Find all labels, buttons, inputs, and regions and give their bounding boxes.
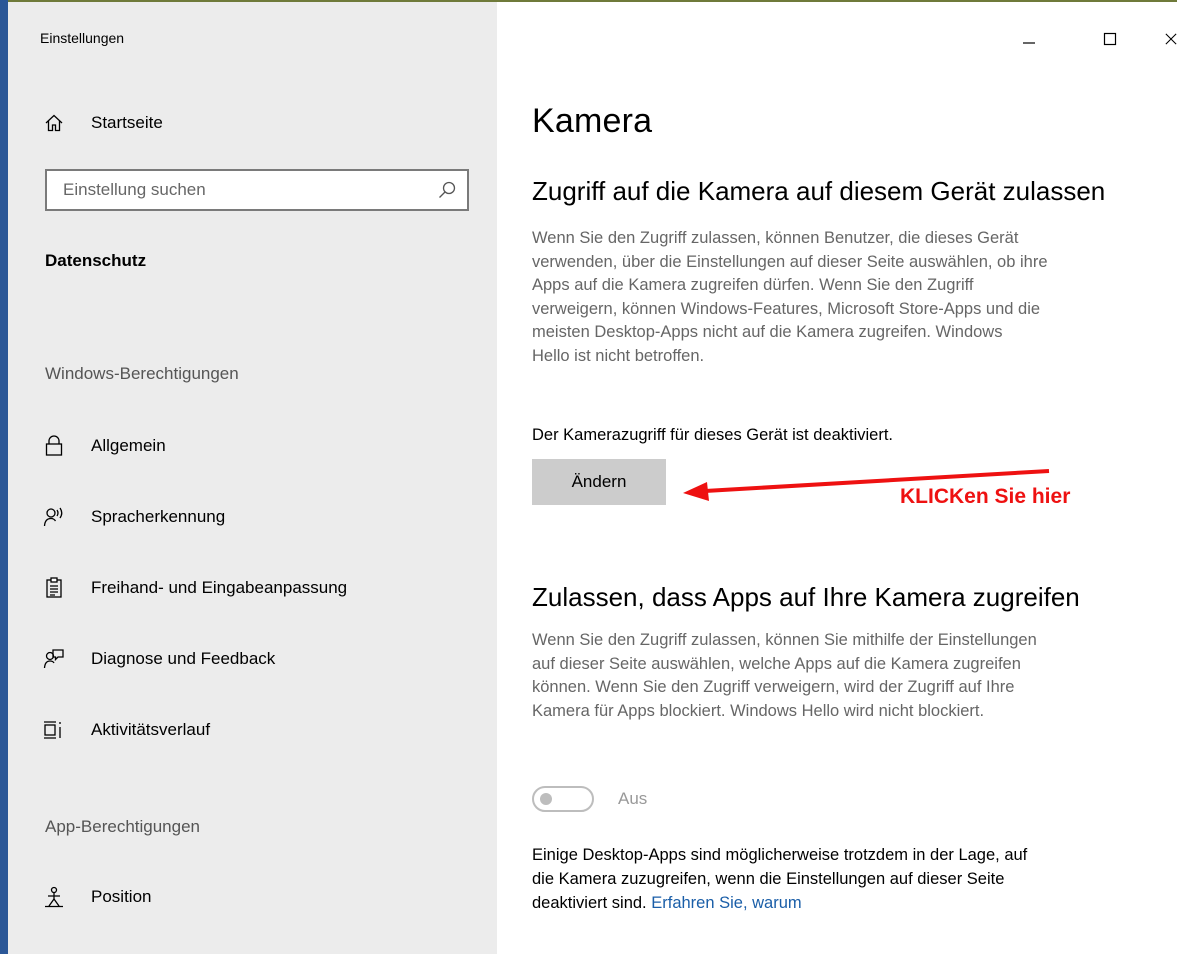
- note-line: Einige Desktop-Apps sind möglicherweise …: [532, 846, 1028, 864]
- desktop-apps-note: Einige Desktop-Apps sind möglicherweise …: [532, 843, 1172, 915]
- app-access-toggle[interactable]: [532, 786, 594, 812]
- group-header-app-permissions: App-Berechtigungen: [45, 817, 201, 836]
- toggle-state-label: Aus: [618, 789, 648, 808]
- window-left-accent: [0, 0, 8, 954]
- sidebar-item-general[interactable]: Allgemein: [8, 421, 497, 471]
- section-description-app-access: Wenn Sie den Zugriff zulassen, können Si…: [532, 629, 1172, 723]
- learn-why-link[interactable]: Erfahren Sie, warum: [651, 894, 801, 912]
- description-line: verweigern, können Windows-Features, Mic…: [532, 299, 1041, 318]
- sidebar-item-position[interactable]: Position: [8, 872, 497, 922]
- sidebar-item-label: Allgemein: [91, 436, 166, 455]
- description-line: können. Wenn Sie den Zugriff verweigern,…: [532, 678, 1015, 697]
- description-line: meisten Desktop-Apps nicht auf die Kamer…: [532, 323, 1003, 342]
- close-icon[interactable]: [1165, 24, 1177, 54]
- description-line: Kamera für Apps blockiert. Windows Hello…: [532, 701, 985, 720]
- sidebar-item-diagnostics[interactable]: Diagnose und Feedback: [8, 634, 497, 684]
- feedback-icon: [42, 647, 66, 671]
- note-line: deaktiviert sind. Erfahren Sie, warum: [532, 891, 1172, 915]
- sidebar-item-label: Spracherkennung: [91, 507, 226, 526]
- sidebar: Einstellungen Startseite Datenschutz Win…: [8, 2, 497, 954]
- description-line: Hello ist nicht betroffen.: [532, 346, 705, 365]
- note-line: die Kamera zuzugreifen, wenn die Einstel…: [532, 870, 1005, 888]
- section-heading-app-access: Zulassen, dass Apps auf Ihre Kamera zugr…: [532, 582, 1080, 612]
- camera-access-status: Der Kamerazugriff für dieses Gerät ist d…: [532, 426, 894, 444]
- annotation-text: KLICKen Sie hier: [900, 485, 1071, 508]
- description-line: Wenn Sie den Zugriff zulassen, können Be…: [532, 229, 1019, 247]
- sidebar-item-label: Freihand- und Eingabeanpassung: [91, 578, 348, 597]
- lock-icon: [42, 434, 66, 458]
- section-heading-device-access: Zugriff auf die Kamera auf diesem Gerät …: [532, 176, 1106, 206]
- sidebar-item-label: Diagnose und Feedback: [91, 649, 276, 668]
- maximize-icon[interactable]: [1095, 24, 1125, 54]
- timeline-icon: [42, 718, 66, 742]
- search-icon[interactable]: [437, 180, 457, 200]
- sidebar-item-activity-history[interactable]: Aktivitätsverlauf: [8, 705, 497, 755]
- sidebar-item-home[interactable]: Startseite: [8, 98, 497, 148]
- search-input[interactable]: [47, 171, 433, 209]
- description-line: Wenn Sie den Zugriff zulassen, können Si…: [532, 631, 1037, 649]
- clipboard-icon: [42, 576, 66, 600]
- main-content: Kamera Zugriff auf die Kamera auf diesem…: [497, 2, 1177, 954]
- current-section-title: Datenschutz: [45, 251, 147, 270]
- description-line: auf dieser Seite auswählen, welche Apps …: [532, 654, 1021, 673]
- section-description-device-access: Wenn Sie den Zugriff zulassen, können Be…: [532, 227, 1172, 369]
- home-icon: [42, 111, 66, 135]
- sidebar-item-label: Position: [91, 887, 152, 906]
- speech-icon: [42, 505, 66, 529]
- group-header-windows-permissions: Windows-Berechtigungen: [45, 364, 239, 383]
- change-button[interactable]: Ändern: [532, 459, 666, 505]
- note-text: deaktiviert sind.: [532, 894, 647, 912]
- sidebar-item-label: Startseite: [91, 113, 163, 132]
- minimize-icon[interactable]: [1014, 24, 1044, 54]
- description-line: Apps auf die Kamera zugreifen dürfen. We…: [532, 276, 974, 295]
- description-line: verwenden, über die Einstellungen auf di…: [532, 252, 1048, 271]
- sidebar-item-speech[interactable]: Spracherkennung: [8, 492, 497, 542]
- settings-search: [45, 169, 469, 211]
- toggle-knob: [540, 793, 552, 805]
- sidebar-item-inking[interactable]: Freihand- und Eingabeanpassung: [8, 563, 497, 613]
- app-title: Einstellungen: [40, 30, 125, 46]
- sidebar-item-label: Aktivitätsverlauf: [91, 720, 211, 739]
- page-title: Kamera: [532, 102, 653, 140]
- location-person-icon: [42, 885, 66, 909]
